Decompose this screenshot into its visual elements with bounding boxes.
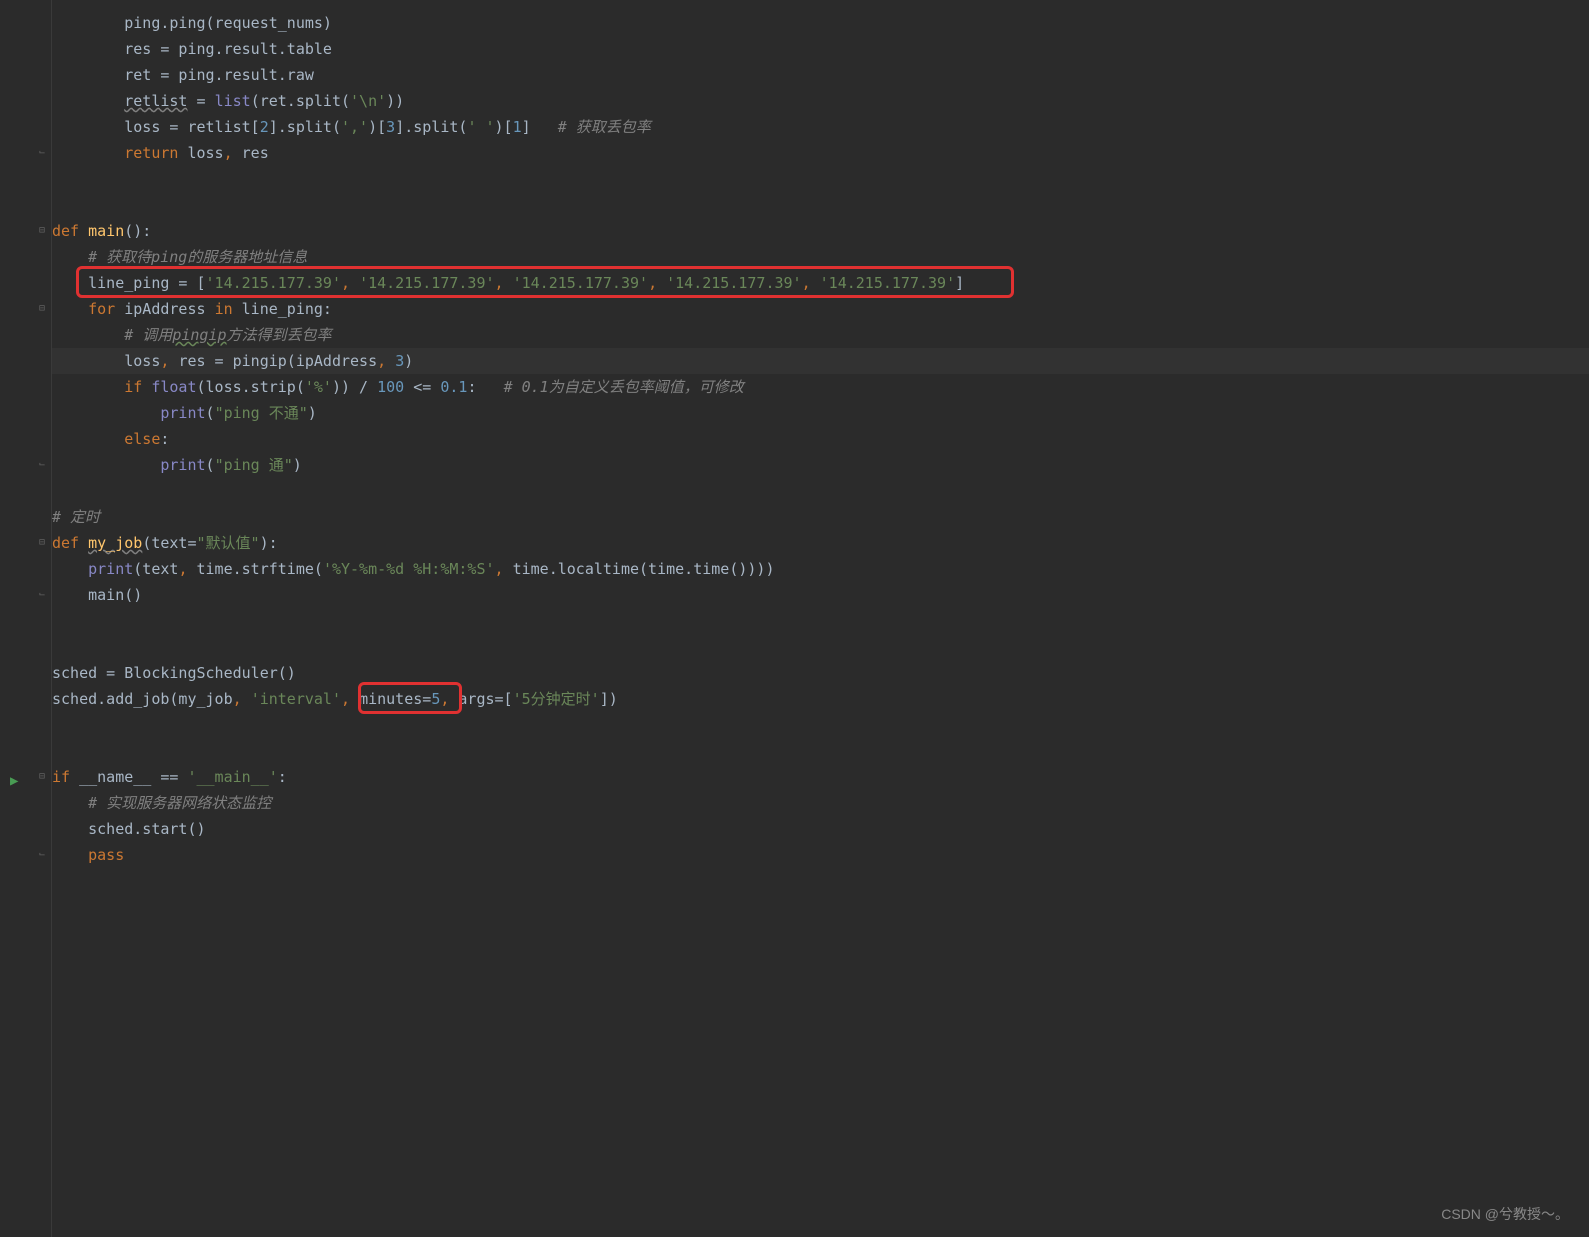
code-line[interactable]: ping.ping(request_nums) — [52, 10, 1589, 36]
fold-end-icon: ⌙ — [36, 589, 48, 601]
code-line[interactable]: sched = BlockingScheduler() — [52, 660, 1589, 686]
code-line[interactable]: def my_job(text="默认值"): — [52, 530, 1589, 556]
code-line[interactable]: line_ping = ['14.215.177.39', '14.215.17… — [52, 270, 1589, 296]
gutter: ⌙ ⊟ ⊟ ⌙ ⊟ ⌙ ⊟ ▶ ⌙ — [0, 0, 52, 1237]
fold-end-icon: ⌙ — [36, 147, 48, 159]
code-line[interactable]: loss, res = pingip(ipAddress, 3) — [52, 348, 1589, 374]
run-icon[interactable]: ▶ — [10, 768, 18, 794]
code-line[interactable]: for ipAddress in line_ping: — [52, 296, 1589, 322]
code-line[interactable]: # 调用pingip方法得到丢包率 — [52, 322, 1589, 348]
code-line[interactable]: def main(): — [52, 218, 1589, 244]
code-line[interactable]: # 定时 — [52, 504, 1589, 530]
fold-end-icon: ⌙ — [36, 849, 48, 861]
code-line[interactable] — [52, 166, 1589, 192]
code-line[interactable]: if __name__ == '__main__': — [52, 764, 1589, 790]
code-line[interactable] — [52, 478, 1589, 504]
code-line[interactable]: retlist = list(ret.split('\n')) — [52, 88, 1589, 114]
code-line[interactable]: print("ping 不通") — [52, 400, 1589, 426]
code-line[interactable] — [52, 868, 1589, 894]
code-line[interactable]: return loss, res — [52, 140, 1589, 166]
code-line[interactable] — [52, 712, 1589, 738]
code-line[interactable]: sched.start() — [52, 816, 1589, 842]
code-line[interactable]: pass — [52, 842, 1589, 868]
fold-minus-icon[interactable]: ⊟ — [36, 303, 48, 315]
code-line[interactable] — [52, 738, 1589, 764]
code-line[interactable]: if float(loss.strip('%')) / 100 <= 0.1: … — [52, 374, 1589, 400]
code-line[interactable] — [52, 192, 1589, 218]
code-editor[interactable]: ⌙ ⊟ ⊟ ⌙ ⊟ ⌙ ⊟ ▶ ⌙ ping.ping(request_nums) res = … — [0, 0, 1589, 1237]
code-line[interactable] — [52, 608, 1589, 634]
code-area[interactable]: ping.ping(request_nums) res = ping.resul… — [52, 0, 1589, 1237]
code-line[interactable]: main() — [52, 582, 1589, 608]
code-line[interactable]: else: — [52, 426, 1589, 452]
code-line[interactable]: print("ping 通") — [52, 452, 1589, 478]
code-line[interactable]: # 实现服务器网络状态监控 — [52, 790, 1589, 816]
code-line[interactable]: print(text, time.strftime('%Y-%m-%d %H:%… — [52, 556, 1589, 582]
code-line[interactable]: # 获取待ping的服务器地址信息 — [52, 244, 1589, 270]
fold-end-icon: ⌙ — [36, 459, 48, 471]
watermark: CSDN @兮教授～。 — [1441, 1201, 1569, 1227]
fold-minus-icon[interactable]: ⊟ — [36, 225, 48, 237]
code-line[interactable]: sched.add_job(my_job, 'interval', minute… — [52, 686, 1589, 712]
code-line[interactable]: loss = retlist[2].split(',')[3].split(' … — [52, 114, 1589, 140]
fold-minus-icon[interactable]: ⊟ — [36, 771, 48, 783]
code-line[interactable]: res = ping.result.table — [52, 36, 1589, 62]
fold-minus-icon[interactable]: ⊟ — [36, 537, 48, 549]
code-line[interactable] — [52, 634, 1589, 660]
code-line[interactable]: ret = ping.result.raw — [52, 62, 1589, 88]
